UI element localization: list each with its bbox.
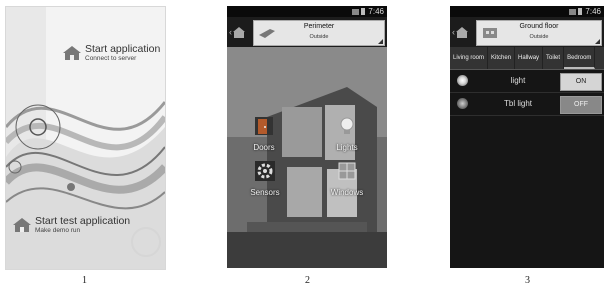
lightbulb-icon	[340, 117, 354, 134]
start-application-subtitle: Connect to server	[85, 55, 137, 62]
tab-bedroom[interactable]: Bedroom	[564, 47, 596, 69]
house-background-image	[227, 47, 387, 268]
sensors-label: Sensors	[250, 188, 280, 197]
status-time: 7:46	[585, 7, 601, 16]
start-application-button[interactable]: Start application Connect to server	[62, 43, 160, 63]
battery-icon	[361, 8, 366, 16]
screen-1-start-menu: Start application Connect to server Star…	[5, 6, 166, 270]
house-icon	[233, 26, 245, 38]
figure-number-1: 1	[82, 275, 87, 286]
sensors-tile[interactable]: Sensors	[238, 161, 292, 197]
tbl-light-toggle-button[interactable]: OFF	[560, 96, 602, 114]
back-button[interactable]: ‹	[452, 23, 472, 41]
house-icon	[63, 46, 81, 60]
figure-number-2: 2	[305, 275, 310, 286]
back-button[interactable]: ‹	[229, 23, 249, 41]
action-bar: ‹ Ground floor Outside	[450, 17, 604, 47]
tab-living-room[interactable]: Living room	[450, 47, 489, 69]
location-subtitle: Outside	[309, 34, 329, 40]
dropdown-corner-icon	[595, 39, 600, 44]
start-test-application-subtitle: Make demo run	[35, 227, 81, 234]
windows-label: Windows	[330, 188, 364, 197]
lights-label: Lights	[336, 143, 358, 152]
tab-toilet[interactable]: Toilet	[543, 47, 565, 69]
lights-tile[interactable]: Lights	[320, 116, 374, 152]
figure-number-3: 3	[525, 275, 530, 286]
location-selector[interactable]: Perimeter Outside	[253, 20, 385, 46]
status-bar: 7:46	[450, 6, 604, 17]
battery-icon	[578, 8, 583, 16]
status-bar: 7:46	[227, 6, 387, 17]
dropdown-corner-icon	[378, 39, 383, 44]
window-icon	[338, 162, 356, 180]
door-icon	[255, 117, 273, 135]
status-time: 7:46	[368, 7, 384, 16]
room-tabs: Living room Kitchen Hallway Toilet Bedro…	[450, 47, 604, 70]
tab-hallway[interactable]: Hallway	[515, 47, 544, 69]
windows-tile[interactable]: Windows	[320, 161, 374, 197]
floor-subtitle: Outside	[529, 34, 549, 40]
start-test-application-title: Start test application	[35, 215, 131, 227]
screen-3-ground-floor: 7:46 ‹ Ground floor Outside Living room …	[450, 6, 604, 268]
floor-title: Ground floor	[519, 23, 559, 30]
device-row: Tbl light OFF	[450, 93, 604, 116]
light-toggle-button[interactable]: ON	[560, 73, 602, 91]
floor-selector[interactable]: Ground floor Outside	[476, 20, 602, 46]
house-icon	[456, 26, 468, 38]
signal-icon	[352, 8, 360, 15]
tab-kitchen[interactable]: Kitchen	[488, 47, 516, 69]
start-application-title: Start application	[85, 43, 161, 55]
signal-icon	[569, 8, 577, 15]
doors-tile[interactable]: Doors	[237, 116, 291, 152]
sensor-gear-icon	[255, 161, 275, 181]
action-bar: ‹ Perimeter Outside	[227, 17, 387, 47]
screen-2-perimeter: 7:46 ‹ Perimeter Outside Doors Lights Se…	[227, 6, 387, 268]
start-test-application-button[interactable]: Start test application Make demo run	[12, 215, 130, 235]
house-icon	[13, 218, 31, 232]
device-row: light ON	[450, 70, 604, 93]
doors-label: Doors	[253, 143, 275, 152]
location-title: Perimeter	[303, 23, 335, 30]
